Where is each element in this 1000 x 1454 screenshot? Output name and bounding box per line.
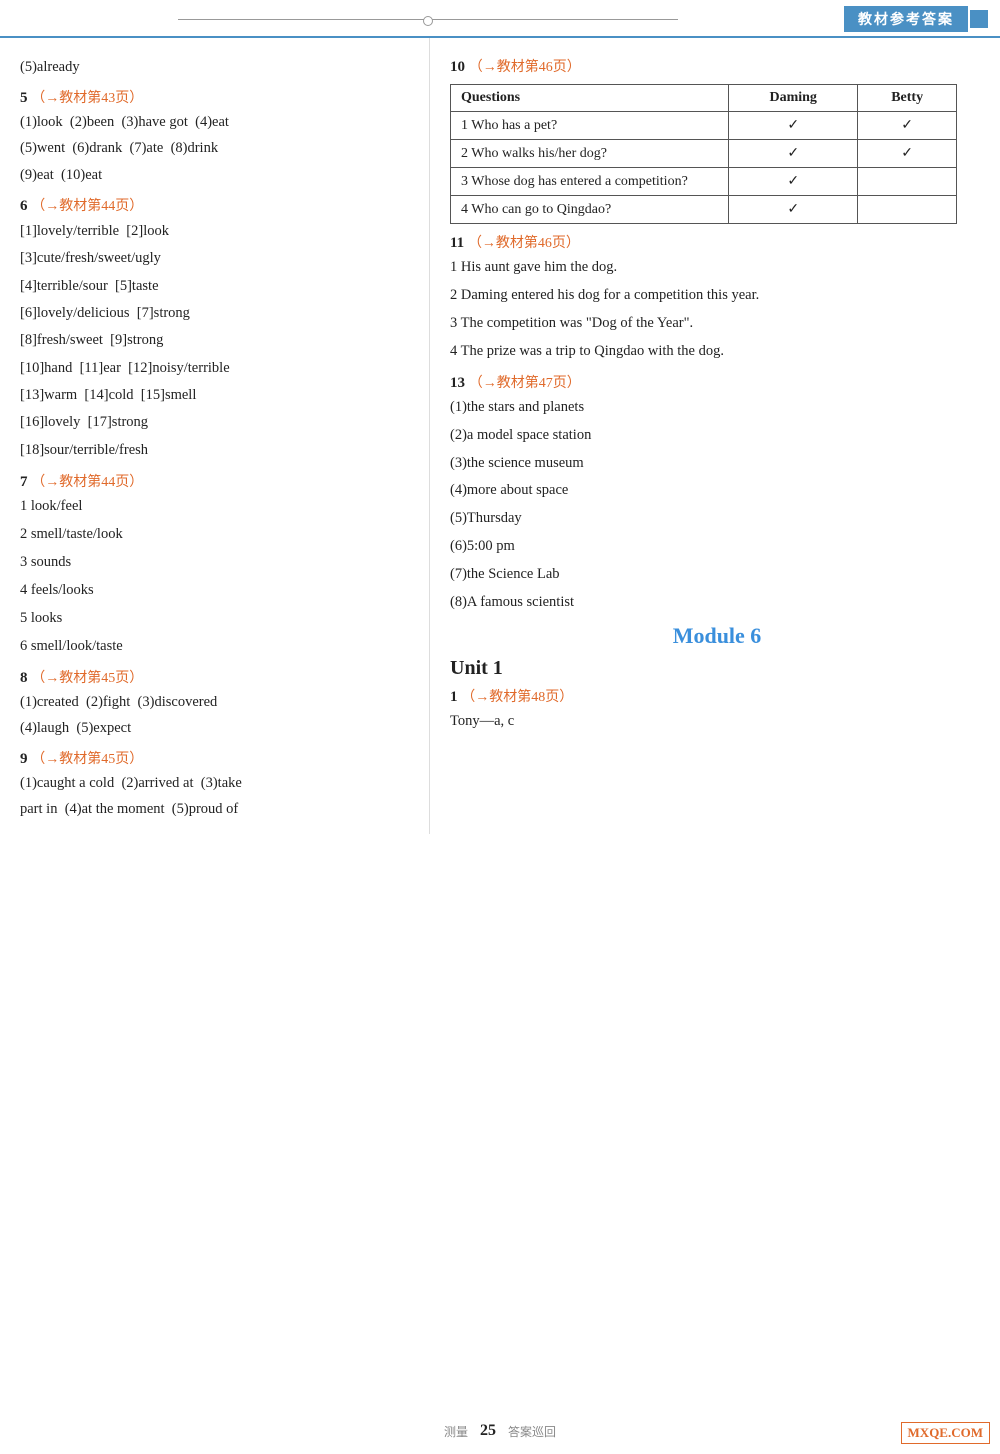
- header-dot-line: [12, 19, 844, 20]
- header-title: 教材参考答案: [844, 6, 968, 32]
- section7-ref: （→教材第44页）: [31, 475, 143, 490]
- section7-item3: 3 sounds: [20, 551, 413, 575]
- watermark: MXQE.COM: [901, 1422, 990, 1444]
- section5-num: 5: [20, 90, 28, 106]
- section8-ref: （→教材第45页）: [31, 671, 143, 686]
- table-cell-b2: ✓: [857, 140, 956, 168]
- table-cell-b4: [857, 196, 956, 224]
- section13-item8: (8)A famous scientist: [450, 591, 984, 615]
- item-5-already: (5)already: [20, 56, 413, 79]
- unit1-title: Unit 1: [450, 657, 984, 680]
- section7-item1: 1 look/feel: [20, 495, 413, 519]
- section8-line2: (4)laugh (5)expect: [20, 717, 413, 740]
- section6-line3: [4]terrible/sour [5]taste: [20, 274, 413, 299]
- section7-header: 7 （→教材第44页）: [20, 471, 413, 491]
- section7-num: 7: [20, 474, 28, 490]
- table-cell-b1: ✓: [857, 112, 956, 140]
- table-cell-q2: 2 Who walks his/her dog?: [451, 140, 729, 168]
- table-cell-b3: [857, 168, 956, 196]
- section13-item4: (4)more about space: [450, 479, 984, 503]
- table-cell-d2: ✓: [729, 140, 858, 168]
- left-column: (5)already 5 （→教材第43页） (1)look (2)been (…: [0, 38, 430, 834]
- section13-item5: (5)Thursday: [450, 507, 984, 531]
- section11-ref: （→教材第46页）: [468, 236, 580, 251]
- table-cell-q3: 3 Whose dog has entered a competition?: [451, 168, 729, 196]
- section6-line2: [3]cute/fresh/sweet/ugly: [20, 246, 413, 271]
- section7-item6: 6 smell/look/taste: [20, 635, 413, 659]
- section11-item1: 1 His aunt gave him the dog.: [450, 256, 984, 280]
- footer-right-text: 答案巡回: [502, 1423, 556, 1440]
- section7-item5: 5 looks: [20, 607, 413, 631]
- section13-ref: （→教材第47页）: [469, 376, 581, 391]
- section11-item3: 3 The competition was "Dog of the Year".: [450, 312, 984, 336]
- section5-header: 5 （→教材第43页）: [20, 87, 413, 107]
- section1-header: 1 （→教材第48页）: [450, 686, 984, 706]
- section5-line2: (5)went (6)drank (7)ate (8)drink: [20, 137, 413, 160]
- section8-num: 8: [20, 670, 28, 686]
- page-footer: 测量 25 答案巡回: [0, 1422, 1000, 1440]
- section1-num: 1: [450, 689, 458, 705]
- section11-num: 11: [450, 235, 464, 251]
- section13-num: 13: [450, 375, 465, 391]
- table-header-daming: Daming: [729, 85, 858, 112]
- section6-line5: [8]fresh/sweet [9]strong: [20, 328, 413, 353]
- table-cell-q1: 1 Who has a pet?: [451, 112, 729, 140]
- table-header-questions: Questions: [451, 85, 729, 112]
- section6-line4: [6]lovely/delicious [7]strong: [20, 301, 413, 326]
- section7-item2: 2 smell/taste/look: [20, 523, 413, 547]
- main-content: (5)already 5 （→教材第43页） (1)look (2)been (…: [0, 38, 1000, 834]
- section7-item4: 4 feels/looks: [20, 579, 413, 603]
- table-cell-d4: ✓: [729, 196, 858, 224]
- table-cell-q4: 4 Who can go to Qingdao?: [451, 196, 729, 224]
- dot-line-decoration: [178, 19, 677, 20]
- section6-num: 6: [20, 198, 28, 214]
- section9-header: 9 （→教材第45页）: [20, 748, 413, 768]
- section1-ref: （→教材第48页）: [461, 690, 573, 705]
- section11-header: 11 （→教材第46页）: [450, 232, 984, 252]
- table-cell-d3: ✓: [729, 168, 858, 196]
- section6-line9: [18]sour/terrible/fresh: [20, 438, 413, 463]
- section5-line3: (9)eat (10)eat: [20, 164, 413, 187]
- section8-header: 8 （→教材第45页）: [20, 667, 413, 687]
- section6-line6: [10]hand [11]ear [12]noisy/terrible: [20, 356, 413, 381]
- section13-item6: (6)5:00 pm: [450, 535, 984, 559]
- section9-line2: part in (4)at the moment (5)proud of: [20, 798, 413, 821]
- table-row: 1 Who has a pet? ✓ ✓: [451, 112, 957, 140]
- section9-ref: （→教材第45页）: [31, 752, 143, 767]
- section6-line7: [13]warm [14]cold [15]smell: [20, 383, 413, 408]
- section13-header: 13 （→教材第47页）: [450, 372, 984, 392]
- section6-line1: [1]lovely/terrible [2]look: [20, 219, 413, 244]
- section13-item2: (2)a model space station: [450, 424, 984, 448]
- section11-item2: 2 Daming entered his dog for a competiti…: [450, 284, 984, 308]
- table-header-betty: Betty: [857, 85, 956, 112]
- section6-header: 6 （→教材第44页）: [20, 195, 413, 215]
- right-column: 10 （→教材第46页） Questions Daming Betty 1 Wh…: [430, 38, 1000, 834]
- header-bar: 教材参考答案: [0, 0, 1000, 38]
- table-cell-d1: ✓: [729, 112, 858, 140]
- section13-item7: (7)the Science Lab: [450, 563, 984, 587]
- section9-num: 9: [20, 751, 28, 767]
- module6-title: Module 6: [450, 623, 984, 649]
- section13-item3: (3)the science museum: [450, 452, 984, 476]
- section11-item4: 4 The prize was a trip to Qingdao with t…: [450, 340, 984, 364]
- section10-header: 10 （→教材第46页）: [450, 56, 984, 76]
- section10-table: Questions Daming Betty 1 Who has a pet? …: [450, 84, 957, 224]
- table-row: 3 Whose dog has entered a competition? ✓: [451, 168, 957, 196]
- section6-ref: （→教材第44页）: [31, 199, 143, 214]
- section13-item1: (1)the stars and planets: [450, 396, 984, 420]
- header-icon: [970, 10, 988, 28]
- footer-left-text: 测量: [444, 1423, 474, 1440]
- section10-num: 10: [450, 59, 465, 75]
- section10-ref: （→教材第46页）: [469, 60, 581, 75]
- section9-line1: (1)caught a cold (2)arrived at (3)take: [20, 772, 413, 795]
- section6-line8: [16]lovely [17]strong: [20, 410, 413, 435]
- section5-line1: (1)look (2)been (3)have got (4)eat: [20, 111, 413, 134]
- page-number: 25: [480, 1422, 496, 1440]
- section5-ref: （→教材第43页）: [31, 91, 143, 106]
- table-row: 4 Who can go to Qingdao? ✓: [451, 196, 957, 224]
- table-row: 2 Who walks his/her dog? ✓ ✓: [451, 140, 957, 168]
- section1-content: Tony—a, c: [450, 710, 984, 734]
- section8-line1: (1)created (2)fight (3)discovered: [20, 691, 413, 714]
